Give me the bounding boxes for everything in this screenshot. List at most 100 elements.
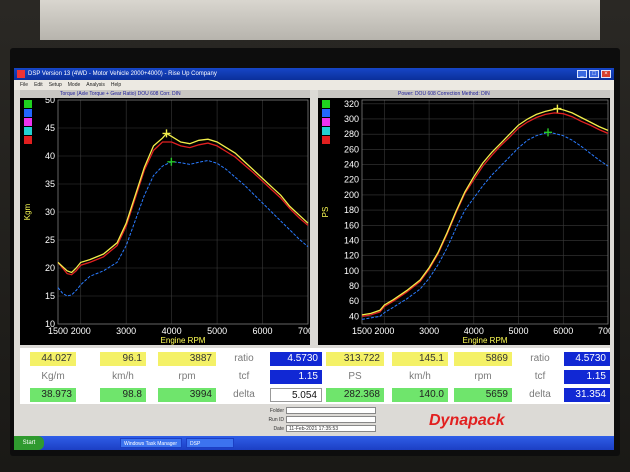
window-titlebar: DSP Version 13 (4WD - Motor Vehicle 2000…	[14, 68, 614, 80]
folder-field[interactable]	[286, 407, 376, 414]
readout-row2-cell-5: PS	[326, 370, 384, 384]
torque-xtick-2: 3000	[116, 326, 136, 336]
menu-item-help[interactable]: Help	[111, 82, 121, 88]
readout-row3-cell-3: delta	[220, 388, 268, 402]
torque-cursor-marker-1	[167, 157, 176, 166]
torque-xtick-4: 5000	[207, 326, 227, 336]
task-dsp[interactable]: DSP	[186, 438, 234, 448]
power-ytick-10: 120	[344, 251, 359, 261]
power-ylabel: PS	[321, 207, 330, 218]
power-ytick-12: 80	[349, 281, 359, 291]
readout-row3-cell-8: delta	[518, 388, 562, 402]
power-xtick-3: 4000	[464, 326, 484, 336]
power-ytick-9: 140	[344, 235, 359, 245]
torque-ytick-3: 35	[45, 179, 55, 189]
torque-ytick-1: 45	[45, 123, 55, 133]
start-button[interactable]: Start	[14, 436, 44, 450]
power-xtick-6: 7000	[598, 326, 610, 336]
readout-row1-cell-6: 145.1	[392, 352, 448, 366]
taskbar: Start Windows Task Manager DSP	[14, 436, 614, 450]
power-xtick-5: 6000	[553, 326, 573, 336]
power-ytick-1: 300	[344, 114, 359, 124]
power-ytick-0: 320	[344, 99, 359, 109]
power-cursor-marker-0	[553, 104, 562, 113]
date-label: Date	[273, 426, 284, 432]
power-chart: 15002000 3000 4000 5000 6000 7000 320 300 280 260…	[321, 99, 610, 345]
power-xlabel: Engine RPM	[463, 336, 508, 345]
readout-row3-cell-6: 140.0	[392, 388, 448, 402]
wall-background	[40, 0, 600, 40]
power-xtick-2: 3000	[419, 326, 439, 336]
readout-row2-cell-2: rpm	[158, 370, 216, 384]
power-ytick-3: 260	[344, 144, 359, 154]
runid-field[interactable]	[286, 416, 376, 423]
readout-row3-cell-0: 38.973	[30, 388, 76, 402]
readout-row1-cell-8: ratio	[518, 352, 562, 366]
readout-row2-cell-4: 1.15	[270, 370, 322, 384]
readout-row1-cell-9: 4.5730	[564, 352, 610, 366]
torque-header-text: Torque (Axle Torque + Gear Ratio) DOU 60…	[60, 91, 181, 97]
menu-item-analysis[interactable]: Analysis	[86, 82, 105, 88]
readout-row1-cell-5: 313.722	[326, 352, 384, 366]
power-plot-frame	[361, 99, 609, 325]
power-header-text: Power: DOU 608 Correction Method: DIN	[398, 91, 490, 97]
readout-row1-cell-7: 5869	[454, 352, 512, 366]
power-ytick-7: 180	[344, 205, 359, 215]
menu-item-file[interactable]: File	[20, 82, 28, 88]
app-icon	[17, 70, 25, 78]
power-xtick-0: 1500	[352, 326, 372, 336]
readout-row2-cell-7: rpm	[454, 370, 512, 384]
info-area: Folder Run ID Date 11-Feb-2021 17:35:53 …	[14, 406, 614, 436]
torque-ytick-6: 20	[45, 263, 55, 273]
power-panel: Power: DOU 608 Correction Method: DIN 15…	[318, 90, 610, 345]
torque-series-1	[57, 141, 309, 276]
readout-row3-cell-2: 3994	[158, 388, 216, 402]
power-xtick-4: 5000	[509, 326, 529, 336]
readout-row2-cell-0: Kg/m	[30, 370, 76, 384]
readout-row2-cell-6: km/h	[392, 370, 448, 384]
readout-row2-cell-1: km/h	[100, 370, 146, 384]
readout-row3-cell-9: 31.354	[564, 388, 610, 402]
torque-ytick-7: 15	[45, 291, 55, 301]
power-ytick-8: 160	[344, 220, 359, 230]
readout-row3-cell-1: 98.8	[100, 388, 146, 402]
minimize-button[interactable]: _	[577, 70, 587, 78]
menu-item-setup[interactable]: Setup	[49, 82, 62, 88]
readout-row1-cell-2: 3887	[158, 352, 216, 366]
dynapack-logo: Dynapack	[429, 412, 505, 429]
task-task-manager[interactable]: Windows Task Manager	[120, 438, 182, 448]
torque-xlabel: Engine RPM	[161, 336, 206, 345]
power-ytick-2: 280	[344, 129, 359, 139]
readout-row3-cell-5: 282.368	[326, 388, 384, 402]
power-ytick-13: 60	[349, 296, 359, 306]
torque-ytick-2: 40	[45, 151, 55, 161]
power-ytick-14: 40	[349, 311, 359, 321]
menu-bar: File Edit Setup Mode Analysis Help	[14, 80, 614, 90]
torque-xtick-6: 7000	[298, 326, 310, 336]
torque-ytick-8: 10	[45, 319, 55, 329]
torque-series-0	[57, 132, 309, 274]
readout-row2-cell-9: 1.15	[564, 370, 610, 384]
screen: DSP Version 13 (4WD - Motor Vehicle 2000…	[14, 68, 614, 450]
runid-label: Run ID	[268, 417, 284, 423]
power-ytick-4: 240	[344, 160, 359, 170]
menu-item-mode[interactable]: Mode	[68, 82, 81, 88]
torque-xtick-1: 2000	[71, 326, 91, 336]
maximize-button[interactable]: □	[589, 70, 599, 78]
torque-series-2	[57, 159, 309, 297]
torque-ytick-4: 30	[45, 207, 55, 217]
torque-panel: Torque (Axle Torque + Gear Ratio) DOU 60…	[20, 90, 310, 345]
torque-xtick-3: 4000	[162, 326, 182, 336]
readout-row1-cell-1: 96.1	[100, 352, 146, 366]
readout-row3-cell-4: 5.054	[270, 388, 322, 402]
menu-item-edit[interactable]: Edit	[34, 82, 43, 88]
torque-xtick-5: 6000	[253, 326, 273, 336]
power-ytick-11: 100	[344, 266, 359, 276]
readout-row1-cell-4: 4.5730	[270, 352, 322, 366]
torque-ytick-0: 50	[45, 98, 55, 105]
readout-table: 44.027 96.1 3887 ratio 4.5730 313.722 145.1 586…	[20, 348, 610, 404]
torque-chart: 1500200030004000500060007000504540353025…	[23, 98, 310, 345]
readout-row2-cell-8: tcf	[518, 370, 562, 384]
close-button[interactable]: ×	[601, 70, 611, 78]
torque-header: Torque (Axle Torque + Gear Ratio) DOU 60…	[20, 90, 310, 98]
